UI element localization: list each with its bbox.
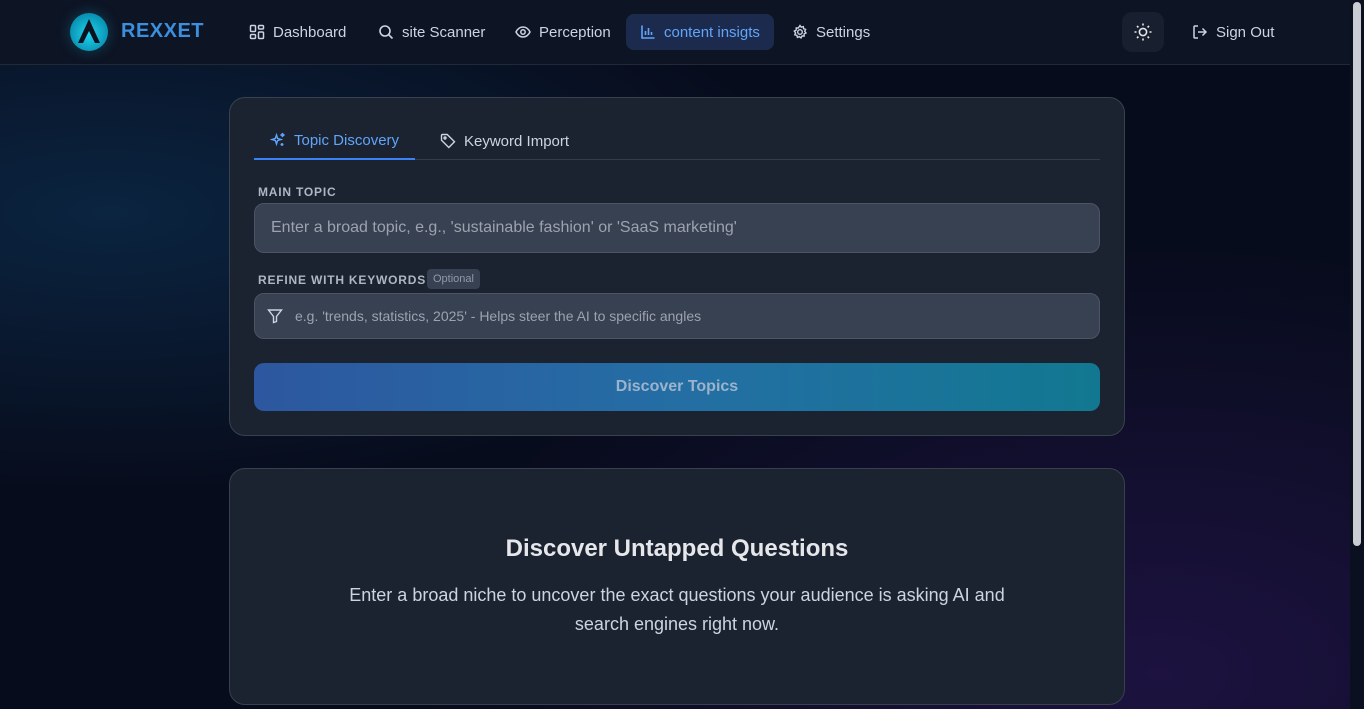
sign-out-label: Sign Out xyxy=(1216,23,1275,41)
gear-icon xyxy=(793,24,808,39)
optional-badge: Optional xyxy=(427,269,480,289)
nav-label: Settings xyxy=(816,23,871,41)
scrollbar-thumb[interactable] xyxy=(1353,2,1361,546)
sun-icon xyxy=(1134,23,1152,41)
tab-label: Topic Discovery xyxy=(294,131,400,149)
tab-label: Keyword Import xyxy=(464,132,570,150)
nav-label: Perception xyxy=(539,23,611,41)
nav-item-settings[interactable]: Settings xyxy=(778,14,884,50)
main-topic-input[interactable]: Enter a broad topic, e.g., 'sustainable … xyxy=(254,203,1100,253)
empty-state-card: Discover Untapped Questions Enter a broa… xyxy=(229,468,1125,705)
main-topic-placeholder: Enter a broad topic, e.g., 'sustainable … xyxy=(271,219,737,236)
top-nav: REXXET Dashboard site Scanner Perception… xyxy=(0,0,1364,65)
nav-label: site Scanner xyxy=(402,23,486,41)
tab-keyword-import[interactable]: Keyword Import xyxy=(424,122,585,160)
sparkles-icon xyxy=(270,132,285,147)
tab-topic-discovery[interactable]: Topic Discovery xyxy=(254,122,416,160)
nav-item-perception[interactable]: Perception xyxy=(501,14,625,50)
main-topic-label: MAIN TOPIC xyxy=(258,185,337,199)
logo-icon[interactable] xyxy=(70,13,108,51)
mode-tabs: Topic Discovery Keyword Import xyxy=(254,122,1100,160)
nav-item-content-insights[interactable]: content insigts xyxy=(626,14,774,50)
keywords-input[interactable]: e.g. 'trends, statistics, 2025' - Helps … xyxy=(254,293,1100,339)
sign-out-button[interactable]: Sign Out xyxy=(1178,14,1288,50)
topic-search-card: Topic Discovery Keyword Import MAIN TOPI… xyxy=(229,97,1125,436)
theme-toggle-button[interactable] xyxy=(1122,12,1164,52)
tag-icon xyxy=(440,133,456,149)
nav-label: content insigts xyxy=(664,23,760,41)
nav-item-site-scanner[interactable]: site Scanner xyxy=(364,14,499,50)
nav-item-dashboard[interactable]: Dashboard xyxy=(235,14,360,50)
filter-icon xyxy=(267,309,283,324)
grid-icon xyxy=(249,24,265,40)
page-scrollbar[interactable] xyxy=(1350,0,1364,709)
bar-chart-icon xyxy=(641,25,655,39)
search-icon xyxy=(379,25,394,40)
discover-topics-button[interactable]: Discover Topics xyxy=(254,363,1100,411)
brand-name[interactable]: REXXET xyxy=(121,20,204,43)
empty-state-description: Enter a broad niche to uncover the exact… xyxy=(349,585,1005,634)
eye-icon xyxy=(515,26,531,38)
nav-label: Dashboard xyxy=(273,23,347,41)
keywords-label: REFINE WITH KEYWORDS xyxy=(258,273,426,287)
keywords-placeholder: e.g. 'trends, statistics, 2025' - Helps … xyxy=(295,308,702,324)
empty-state-title: Discover Untapped Questions xyxy=(505,535,849,562)
log-out-icon xyxy=(1193,25,1208,39)
